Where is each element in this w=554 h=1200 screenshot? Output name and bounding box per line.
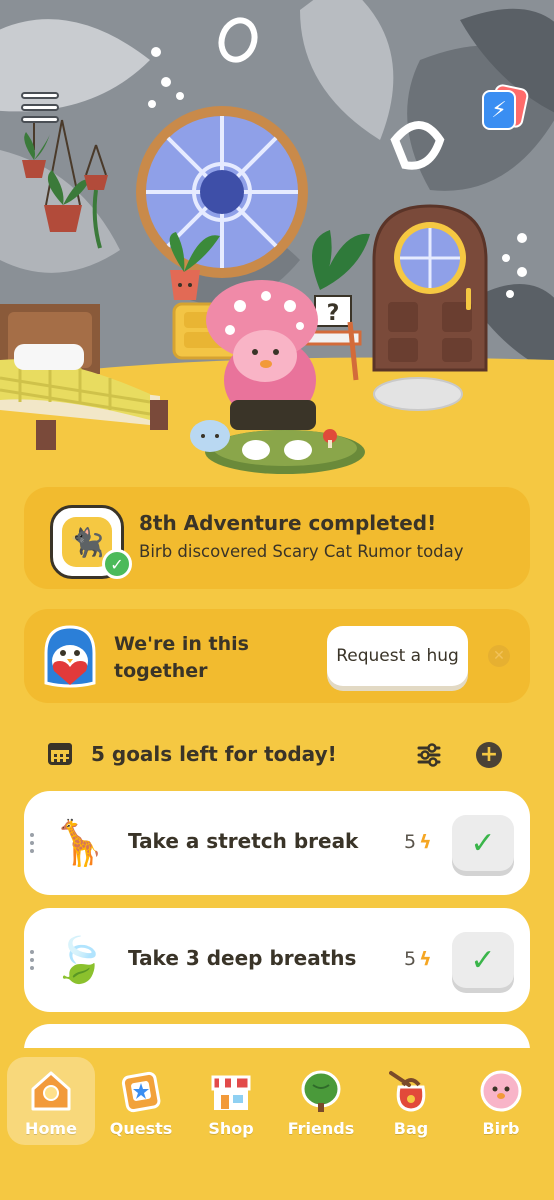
room-illustration: ? — [0, 0, 554, 480]
complete-goal-button[interactable]: ✓ — [452, 932, 514, 988]
lightning-icon: ϟ — [419, 831, 432, 853]
nav-home[interactable]: Home — [7, 1057, 95, 1145]
nav-label: Home — [25, 1119, 77, 1138]
calendar-icon — [48, 743, 72, 765]
nav-quests[interactable]: Quests — [97, 1057, 185, 1145]
hug-message: We're in this together — [114, 633, 249, 682]
nav-label: Birb — [482, 1119, 520, 1138]
drag-handle-icon[interactable] — [29, 950, 35, 970]
complete-goal-button[interactable]: ✓ — [452, 815, 514, 871]
menu-button[interactable] — [18, 88, 62, 126]
nav-shop[interactable]: Shop — [187, 1057, 275, 1145]
adventure-subtitle: Birb discovered Scary Cat Rumor today — [139, 542, 464, 561]
goal-item[interactable]: 🍃 Take 3 deep breaths 5ϟ ✓ — [24, 908, 530, 1012]
quest-board-icon — [121, 1071, 161, 1113]
leaf-icon: 🍃 — [52, 935, 107, 986]
adventure-title: 8th Adventure completed! — [139, 511, 437, 535]
energy-button[interactable]: ⚡ — [478, 82, 532, 134]
nav-bag[interactable]: Bag — [367, 1057, 455, 1145]
goals-header: 5 goals left for today! + — [44, 736, 510, 774]
hamburger-icon-bar — [21, 103, 59, 111]
add-goal-button[interactable]: + — [476, 742, 502, 768]
filter-sliders-icon[interactable] — [416, 742, 442, 768]
hug-card: We're in this together Request a hug ✕ — [24, 609, 530, 703]
request-hug-button[interactable]: Request a hug — [327, 626, 468, 686]
nav-label: Friends — [287, 1119, 355, 1138]
adventure-card[interactable]: 🐈‍⬛ ✓ 8th Adventure completed! Birb disc… — [24, 487, 530, 589]
room-scene: ? ⚡ — [0, 0, 554, 480]
goal-label: Take a stretch break — [128, 829, 359, 853]
bottom-nav: Home Quests Shop Friends Bag Birb — [0, 1048, 554, 1200]
goal-points: 5ϟ — [404, 831, 432, 853]
tree-icon — [301, 1070, 341, 1112]
bag-icon — [389, 1071, 426, 1112]
svg-text:?: ? — [327, 301, 340, 326]
check-icon: ✓ — [102, 549, 132, 579]
nav-label: Shop — [208, 1119, 254, 1138]
nav-birb[interactable]: Birb — [457, 1057, 545, 1145]
nav-label: Bag — [393, 1119, 429, 1138]
friend-bird-avatar-icon — [44, 625, 96, 688]
goal-item[interactable]: 🦒 Take a stretch break 5ϟ ✓ — [24, 791, 530, 895]
goal-points: 5ϟ — [404, 948, 432, 970]
hamburger-icon-bar — [21, 91, 59, 99]
house-icon — [31, 1071, 71, 1111]
goals-left-title: 5 goals left for today! — [91, 742, 337, 766]
goal-label: Take 3 deep breaths — [128, 946, 357, 970]
close-icon[interactable]: ✕ — [488, 645, 510, 667]
nav-friends[interactable]: Friends — [277, 1057, 365, 1145]
birb-icon — [480, 1070, 522, 1112]
nav-label: Quests — [109, 1119, 173, 1138]
shop-icon — [211, 1075, 251, 1110]
lightning-icon: ⚡ — [482, 90, 516, 130]
points-value: 5 — [404, 831, 417, 853]
lightning-icon: ϟ — [419, 948, 432, 970]
drag-handle-icon[interactable] — [29, 833, 35, 853]
hamburger-icon-bar — [21, 115, 59, 123]
giraffe-icon: 🦒 — [52, 818, 107, 869]
points-value: 5 — [404, 948, 417, 970]
